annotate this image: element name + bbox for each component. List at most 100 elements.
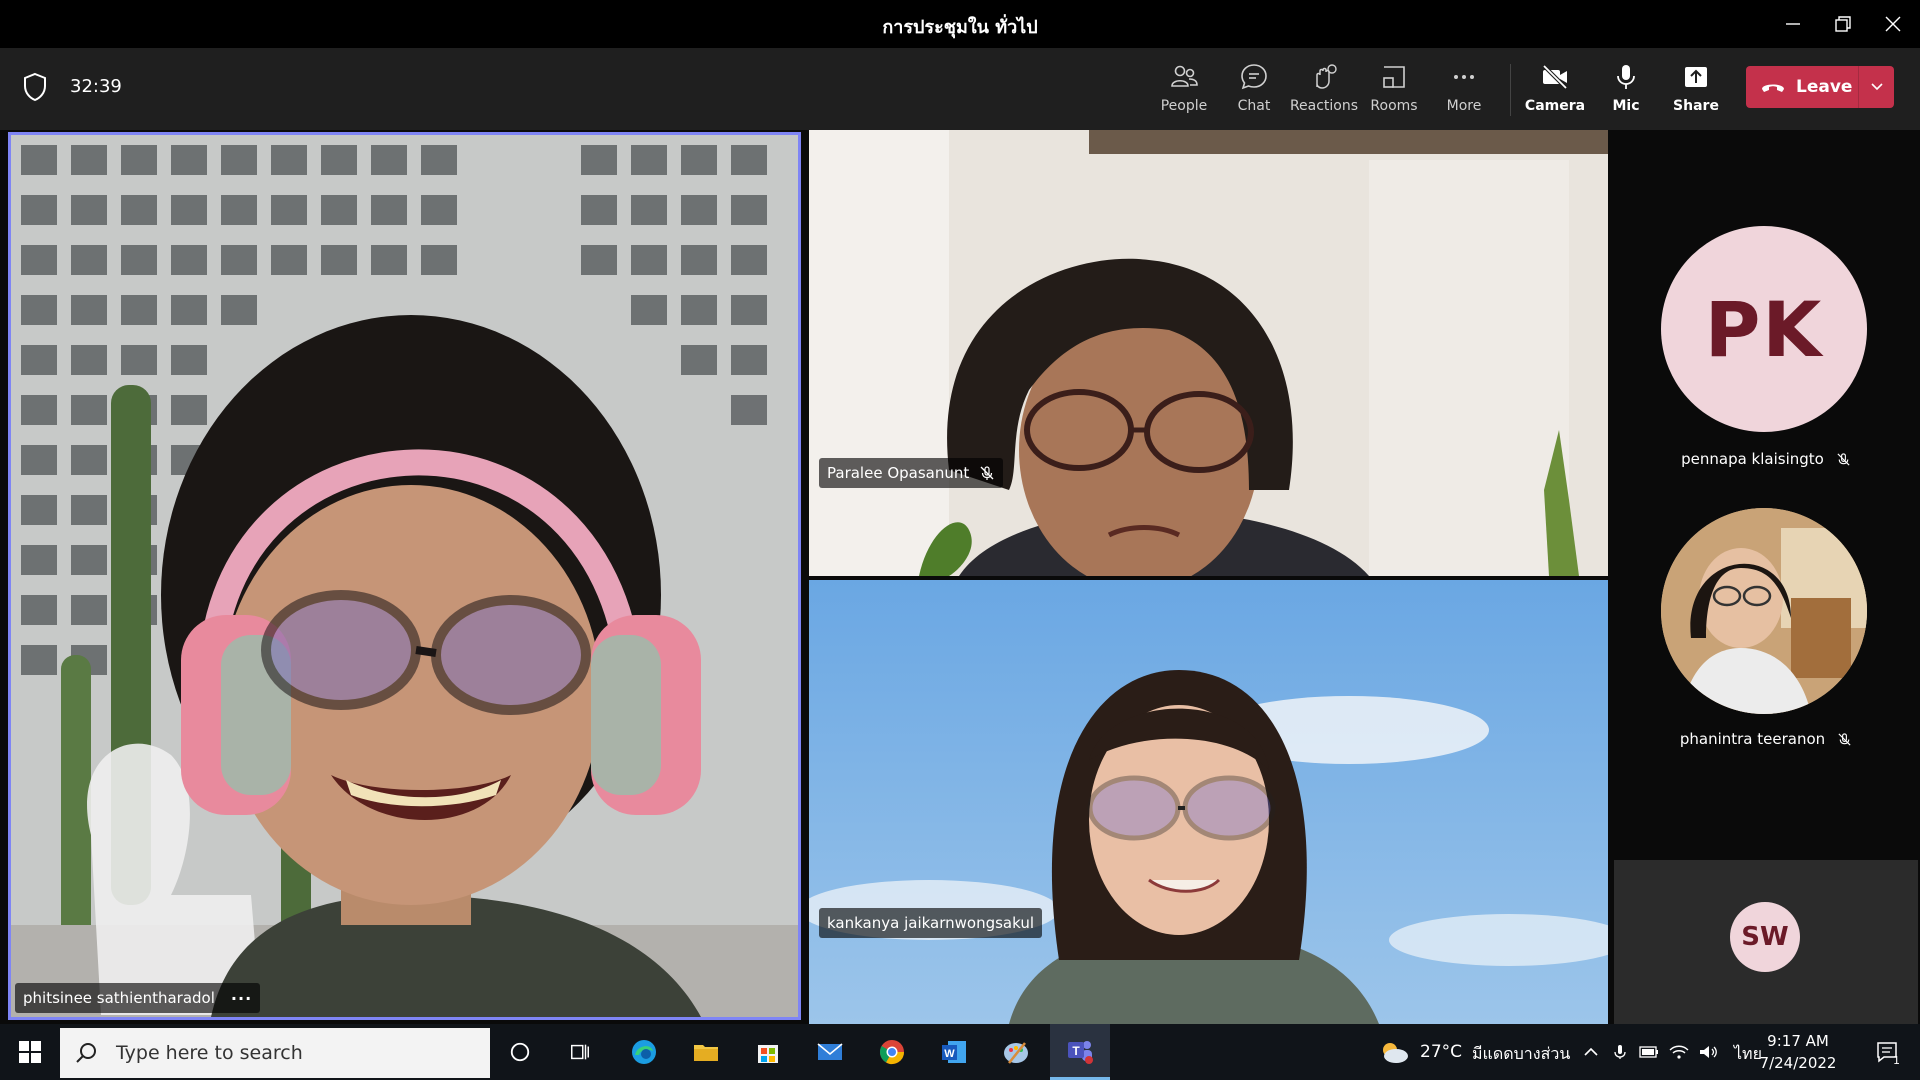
weather-partly-sunny-icon[interactable]	[1378, 1040, 1410, 1064]
camera-off-icon	[1542, 64, 1568, 90]
leave-label: Leave	[1796, 77, 1853, 97]
leave-button[interactable]: Leave	[1746, 66, 1858, 108]
more-label: More	[1446, 98, 1482, 114]
reactions-icon	[1316, 64, 1337, 89]
tray-volume[interactable]	[1694, 1024, 1722, 1080]
rooms-button[interactable]: Rooms	[1357, 58, 1431, 122]
taskbar-app-mail[interactable]	[802, 1024, 858, 1080]
people-icon	[1171, 65, 1198, 87]
tray-overflow-button[interactable]	[1578, 1024, 1604, 1080]
start-button[interactable]	[0, 1024, 60, 1080]
phone-hangup-icon	[1762, 84, 1784, 92]
minimize-icon	[1786, 23, 1800, 25]
teams-icon: T	[1068, 1040, 1093, 1064]
mic-off-icon	[980, 466, 994, 480]
avatar[interactable]: PK	[1661, 226, 1867, 432]
taskbar-app-edge[interactable]	[616, 1024, 672, 1080]
title-bar: การประชุมใน ทั่วไป	[0, 0, 1920, 48]
taskbar-app-teams[interactable]: T	[1050, 1024, 1110, 1080]
video-feed	[809, 580, 1608, 1024]
taskbar-app-store[interactable]	[740, 1024, 796, 1080]
mic-button[interactable]: Mic	[1589, 58, 1663, 122]
taskbar-app-file-explorer[interactable]	[678, 1024, 734, 1080]
weather-description[interactable]: มีแดดบางส่วน	[1472, 1042, 1570, 1067]
close-button[interactable]	[1868, 0, 1918, 48]
participant-name-tag: kankanya jaikarnwongsakul	[819, 908, 1043, 938]
mic-icon	[1617, 65, 1635, 89]
participant-name: phitsinee sathientharadol	[23, 989, 215, 1007]
people-button[interactable]: People	[1147, 58, 1221, 122]
video-stage: phitsinee sathientharadol ··· Paralee Op…	[0, 130, 1920, 1024]
meeting-toolbar: 32:39 People Chat Reactions Rooms More C…	[0, 48, 1920, 130]
rooms-label: Rooms	[1370, 98, 1418, 114]
taskbar-search-box[interactable]: Type here to search	[60, 1028, 490, 1078]
camera-button[interactable]: Camera	[1518, 58, 1592, 122]
wifi-icon	[1669, 1045, 1689, 1059]
shield-icon[interactable]	[22, 72, 48, 102]
mail-icon	[817, 1043, 843, 1060]
reactions-button[interactable]: Reactions	[1287, 58, 1361, 122]
action-center-button[interactable]: 1	[1862, 1024, 1912, 1080]
participant-name: kankanya jaikarnwongsakul	[827, 914, 1035, 932]
window-title: การประชุมใน ทั่วไป	[882, 17, 1038, 38]
rooms-icon	[1383, 66, 1405, 88]
restore-button[interactable]	[1818, 0, 1868, 48]
participant-name: Paralee Opasanunt	[827, 464, 970, 482]
teams-meeting-window: การประชุมใน ทั่วไป 32:39 People Chat Rea…	[0, 0, 1920, 1080]
share-label: Share	[1673, 98, 1719, 114]
participant-name: pennapa klaisingto	[1681, 450, 1824, 468]
participant-name: phanintra teeranon	[1679, 730, 1826, 748]
tray-mic[interactable]	[1608, 1024, 1632, 1080]
notification-count: 1	[1893, 1054, 1900, 1067]
minimize-button[interactable]	[1768, 0, 1818, 48]
camera-label: Camera	[1524, 98, 1586, 114]
tray-battery[interactable]	[1636, 1024, 1662, 1080]
leave-options-button[interactable]	[1859, 66, 1894, 108]
svg-text:W: W	[944, 1048, 955, 1060]
folder-icon	[694, 1045, 718, 1061]
clock-date: 7/24/2022	[1759, 1054, 1837, 1072]
share-button[interactable]: Share	[1659, 58, 1733, 122]
avatar: SW	[1730, 902, 1800, 972]
mic-label: Mic	[1612, 98, 1640, 114]
participant-more-button[interactable]: ···	[231, 989, 252, 1008]
store-icon	[758, 1045, 778, 1063]
windows-taskbar: Type here to search W T 27°C มีแดดบางส่ว…	[0, 1024, 1920, 1080]
cortana-button[interactable]	[494, 1024, 546, 1080]
volume-icon	[1700, 1046, 1717, 1058]
chat-button[interactable]: Chat	[1217, 58, 1291, 122]
search-placeholder: Type here to search	[116, 1042, 303, 1064]
video-tile-kankanya[interactable]: kankanya jaikarnwongsakul	[809, 580, 1608, 1024]
more-button[interactable]: More	[1427, 58, 1501, 122]
microphone-icon	[1614, 1045, 1626, 1059]
participant-name-row: pennapa klaisingto	[1612, 450, 1920, 468]
mic-off-icon	[1838, 732, 1851, 746]
video-tile-main-speaker[interactable]: phitsinee sathientharadol ···	[8, 132, 801, 1020]
profile-photo	[1661, 508, 1867, 714]
task-view-button[interactable]	[554, 1024, 606, 1080]
taskbar-app-word[interactable]: W	[926, 1024, 982, 1080]
taskbar-app-paint[interactable]	[988, 1024, 1044, 1080]
video-feed	[809, 130, 1608, 576]
taskbar-clock[interactable]: 9:17 AM 7/24/2022	[1750, 1030, 1846, 1074]
weather-temperature[interactable]: 27°C	[1420, 1042, 1462, 1062]
avatar-initials: SW	[1741, 922, 1789, 952]
chevron-down-icon	[1870, 83, 1883, 91]
participant-tile-sw[interactable]: SW	[1614, 860, 1918, 1024]
battery-icon	[1639, 1046, 1658, 1058]
mic-off-icon	[1837, 452, 1850, 466]
tray-wifi[interactable]	[1666, 1024, 1692, 1080]
taskbar-app-chrome[interactable]	[864, 1024, 920, 1080]
chat-icon	[1241, 64, 1267, 90]
word-icon: W	[942, 1041, 966, 1063]
clock-time: 9:17 AM	[1767, 1032, 1829, 1050]
restore-icon	[1835, 16, 1851, 32]
close-icon	[1885, 16, 1901, 32]
video-tile-paralee[interactable]: Paralee Opasanunt	[809, 130, 1608, 576]
svg-text:T: T	[1072, 1044, 1080, 1058]
avatar-initials: PK	[1704, 284, 1824, 374]
avatar-photo[interactable]	[1661, 508, 1867, 714]
share-icon	[1685, 67, 1707, 87]
more-icon	[1454, 75, 1474, 79]
chevron-up-icon	[1584, 1047, 1598, 1056]
